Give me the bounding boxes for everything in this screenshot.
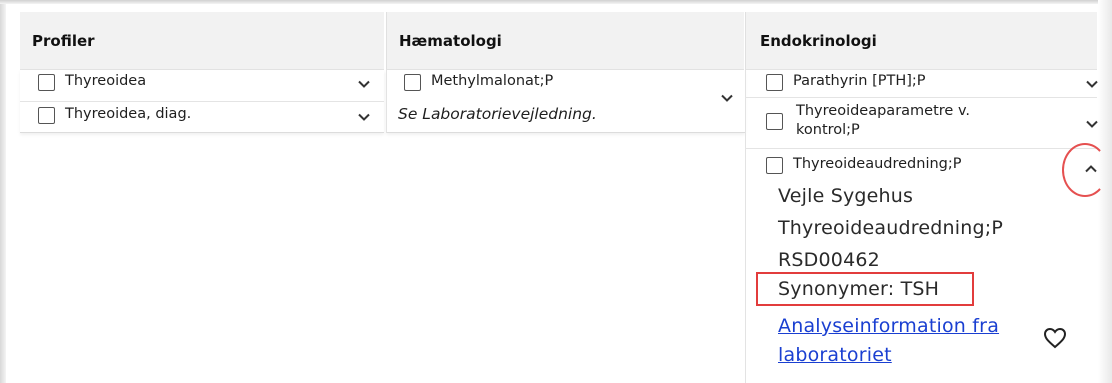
chevron-down-icon[interactable] <box>1084 76 1100 92</box>
item-label: Thyreoidea <box>65 73 147 89</box>
checkbox[interactable] <box>38 107 55 124</box>
chevron-down-icon[interactable] <box>356 76 372 92</box>
chevron-down-icon[interactable] <box>356 109 372 125</box>
column-header-endokrinologi: Endokrinologi <box>745 12 1097 70</box>
checkbox[interactable] <box>766 157 783 174</box>
item-label: Thyreoidea, diag. <box>65 106 192 122</box>
item-label: Parathyrin [PTH];P <box>793 73 926 89</box>
chevron-down-icon[interactable] <box>1084 116 1100 132</box>
analysis-selection-panel: Profiler Hæmatologi Endokrinologi Thyreo… <box>0 0 1112 383</box>
chevron-down-icon[interactable] <box>719 90 735 106</box>
item-label-line: Thyreoideaparametre v. <box>796 103 971 119</box>
list-item-methylmalonat[interactable]: Methylmalonat;P <box>404 73 554 91</box>
item-note: Se Laboratorievejledning. <box>398 105 597 123</box>
column-header-profiler: Profiler <box>20 12 384 70</box>
list-item-parathyrin[interactable]: Parathyrin [PTH];P <box>766 73 926 91</box>
row-divider <box>745 97 1097 98</box>
list-item-thyreoidea[interactable]: Thyreoidea <box>38 73 147 91</box>
window-edge-top <box>0 0 1112 4</box>
row-divider <box>745 148 1097 149</box>
link-text-line[interactable]: Analyseinformation fra <box>778 312 999 341</box>
list-item-thyreoideaparametre[interactable] <box>766 113 783 130</box>
column-title: Endokrinologi <box>760 31 877 50</box>
column-title: Hæmatologi <box>399 31 502 50</box>
highlight-circle <box>1062 143 1108 197</box>
detail-code: RSD00462 <box>778 249 880 271</box>
window-edge-right <box>1098 0 1112 383</box>
detail-analysis-name: Thyreoideaudredning;P <box>778 217 1004 239</box>
heart-icon[interactable] <box>1043 327 1067 349</box>
list-item-thyreoidea-diag[interactable]: Thyreoidea, diag. <box>38 106 192 124</box>
item-label: Thyreoideaudredning;P <box>793 156 962 172</box>
column-title: Profiler <box>32 31 95 50</box>
checkbox[interactable] <box>404 74 421 91</box>
item-label: Thyreoideaparametre v. kontrol;P <box>796 102 970 140</box>
highlight-rectangle <box>756 272 974 306</box>
column-header-haematologi: Hæmatologi <box>386 12 744 70</box>
window-edge-left <box>0 0 6 383</box>
list-item-thyreoideaudredning[interactable]: Thyreoideaudredning;P <box>766 156 962 174</box>
checkbox[interactable] <box>766 74 783 91</box>
row-divider <box>20 101 384 102</box>
link-text-line[interactable]: laboratoriet <box>778 341 999 370</box>
checkbox[interactable] <box>766 113 783 130</box>
detail-hospital: Vejle Sygehus <box>778 185 914 207</box>
item-label-line: kontrol;P <box>796 122 860 138</box>
checkbox[interactable] <box>38 74 55 91</box>
lab-info-link[interactable]: Analyseinformation fra laboratoriet <box>778 312 999 370</box>
item-label: Methylmalonat;P <box>431 73 554 89</box>
